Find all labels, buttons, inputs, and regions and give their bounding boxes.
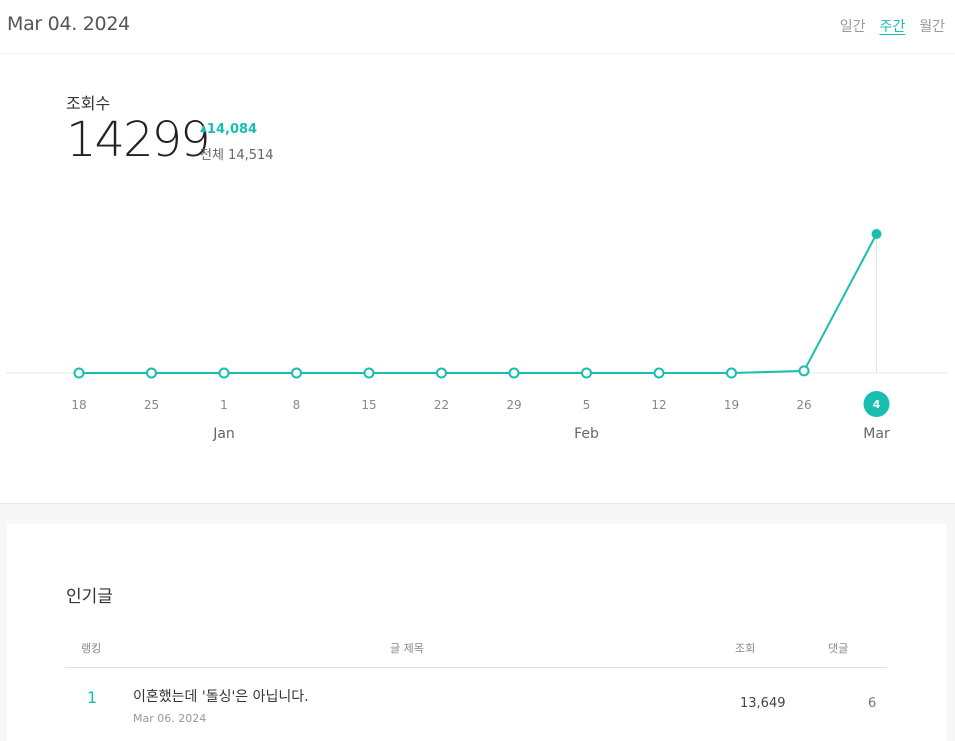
views-value: 14299: [66, 112, 211, 168]
data-point: [363, 367, 375, 379]
period-tabs: 일간 주간 월간: [840, 16, 945, 36]
tab-daily[interactable]: 일간: [840, 16, 866, 36]
up-arrow-icon: ▲: [200, 124, 207, 134]
data-point: [146, 367, 157, 379]
tick-label: 18: [71, 398, 86, 412]
date-title: Mar 04. 2024: [7, 13, 130, 35]
tick-label: 29: [506, 398, 521, 412]
tick-label: 19: [724, 398, 739, 412]
views-total: 전체 14,514: [200, 148, 274, 163]
row-rank: 1: [87, 688, 98, 707]
popular-posts-title: 인기글: [66, 587, 113, 607]
views-label: 조회수: [66, 94, 111, 113]
tick-label: 5: [583, 398, 591, 412]
data-point: [798, 365, 810, 377]
tick-label: 25: [144, 398, 159, 412]
views-change-value: 14,084: [206, 122, 258, 137]
month-label: Mar: [863, 426, 890, 442]
popular-posts-panel: 인기글 랭킹 글 제목 조회 댓글 1 이혼했는데 '돌싱'은 아닙니다. Ma…: [7, 524, 946, 741]
top-bar: Mar 04. 2024 일간 주간 월간: [0, 0, 955, 54]
row-title-link[interactable]: 이혼했는데 '돌싱'은 아닙니다.: [133, 686, 309, 706]
tick-label: 8: [293, 398, 301, 412]
tab-monthly[interactable]: 월간: [919, 16, 945, 36]
tick-label: 12: [651, 398, 666, 412]
tick-label: 22: [434, 398, 449, 412]
popular-posts-table: 랭킹 글 제목 조회 댓글 1 이혼했는데 '돌싱'은 아닙니다. Mar 06…: [65, 634, 887, 728]
tick-label: 1: [220, 398, 228, 412]
views-change: ▲14,084: [200, 122, 257, 137]
tick-label: 26: [796, 398, 811, 412]
data-point: [436, 367, 447, 379]
data-point: [726, 367, 737, 379]
tick-label: 4: [873, 398, 881, 411]
header-rank: 랭킹: [81, 642, 102, 655]
data-point: [508, 367, 520, 379]
data-point: [871, 229, 882, 239]
views-line-chart: 18 25 1 8 15 22 29 5 12 19 26 4Jan Feb Mar: [6, 229, 948, 442]
month-label: Jan: [212, 426, 235, 442]
tick-label: 15: [361, 398, 376, 412]
data-point: [653, 367, 665, 379]
data-point: [291, 367, 302, 379]
data-point: [218, 367, 230, 379]
tab-weekly[interactable]: 주간: [879, 16, 905, 36]
data-point: [581, 367, 592, 379]
data-point: [73, 367, 85, 379]
views-stats: 조회수 14299 ▲14,084 전체 14,514: [66, 90, 274, 168]
table-row[interactable]: 1 이혼했는데 '돌싱'은 아닙니다. Mar 06. 2024 13,649 …: [65, 668, 887, 728]
views-series-line: [79, 233, 878, 374]
header-comments: 댓글: [828, 642, 849, 655]
month-label: Feb: [574, 426, 599, 442]
header-title: 글 제목: [390, 642, 424, 655]
table-header: 랭킹 글 제목 조회 댓글: [65, 634, 887, 668]
header-views: 조회: [735, 642, 756, 655]
row-date: Mar 06. 2024: [133, 712, 207, 725]
row-views: 13,649: [740, 696, 786, 711]
row-comments: 6: [868, 696, 877, 711]
